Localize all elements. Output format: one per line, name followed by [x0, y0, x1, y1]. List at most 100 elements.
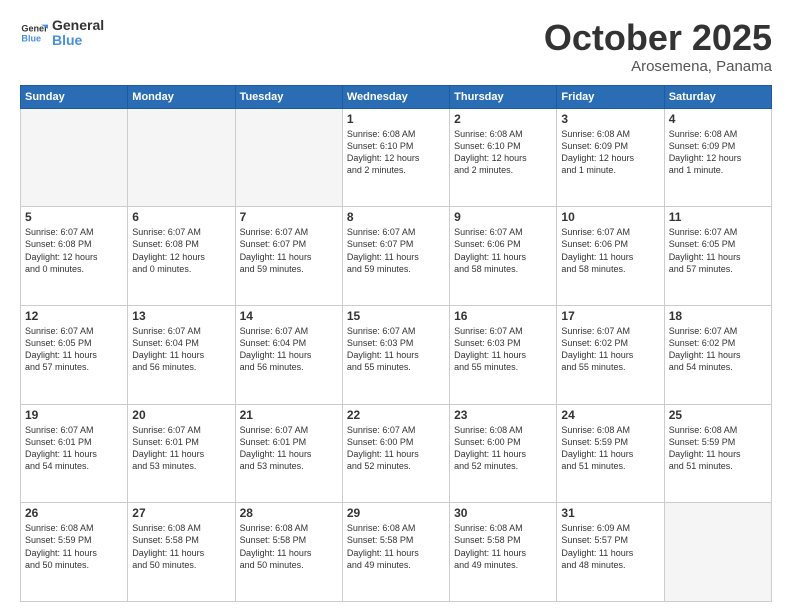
calendar-cell [128, 108, 235, 207]
calendar-cell: 28 Sunrise: 6:08 AMSunset: 5:58 PMDayligh… [235, 503, 342, 602]
calendar-cell: 19Sunrise: 6:07 AMSunset: 6:01 PMDayligh… [21, 404, 128, 503]
day-info: Sunrise: 6:07 AMSunset: 6:02 PMDaylight:… [669, 325, 767, 374]
calendar-cell: 3Sunrise: 6:08 AMSunset: 6:09 PMDaylight… [557, 108, 664, 207]
day-number: 8 [347, 210, 445, 224]
location: Arosemena, Panama [544, 58, 772, 75]
day-info: Sunrise: 6:07 AMSunset: 6:06 PMDaylight:… [454, 226, 552, 275]
month-title: October 2025 [544, 18, 772, 58]
calendar-cell: 22 Sunrise: 6:07 AMSunset: 6:00 PMDayligh… [342, 404, 449, 503]
day-info: Sunrise: 6:07 AMSunset: 6:00 PMDaylight:… [347, 424, 445, 473]
calendar-cell [21, 108, 128, 207]
day-number: 17 [561, 309, 659, 323]
day-number: 9 [454, 210, 552, 224]
day-number: 20 [132, 408, 230, 422]
day-info: Sunrise: 6:08 AMSunset: 5:58 PMDaylight:… [454, 522, 552, 571]
calendar-cell: 16 Sunrise: 6:07 AMSunset: 6:03 PMDayligh… [450, 305, 557, 404]
day-number: 13 [132, 309, 230, 323]
day-number: 15 [347, 309, 445, 323]
day-info: Sunrise: 6:07 AMSunset: 6:04 PMDaylight:… [240, 325, 338, 374]
calendar-cell: 1 Sunrise: 6:08 AMSunset: 6:10 PMDaylight… [342, 108, 449, 207]
calendar-cell: 18 Sunrise: 6:07 AMSunset: 6:02 PMDayligh… [664, 305, 771, 404]
logo-general: General [52, 18, 104, 33]
day-info: Sunrise: 6:07 AMSunset: 6:08 PMDaylight:… [25, 226, 123, 275]
day-number: 22 [347, 408, 445, 422]
calendar-header-sunday: Sunday [21, 85, 128, 108]
calendar-header-friday: Friday [557, 85, 664, 108]
day-number: 21 [240, 408, 338, 422]
day-info: Sunrise: 6:08 AMSunset: 6:10 PMDaylight:… [454, 128, 552, 177]
calendar-cell: 20 Sunrise: 6:07 AMSunset: 6:01 PMDayligh… [128, 404, 235, 503]
day-number: 31 [561, 506, 659, 520]
day-number: 26 [25, 506, 123, 520]
day-info: Sunrise: 6:09 AMSunset: 5:57 PMDaylight:… [561, 522, 659, 571]
calendar-cell: 9 Sunrise: 6:07 AMSunset: 6:06 PMDaylight… [450, 207, 557, 306]
day-info: Sunrise: 6:07 AMSunset: 6:05 PMDaylight:… [669, 226, 767, 275]
day-number: 14 [240, 309, 338, 323]
calendar-week-1: 1 Sunrise: 6:08 AMSunset: 6:10 PMDaylight… [21, 108, 772, 207]
day-number: 4 [669, 112, 767, 126]
logo: General Blue General Blue [20, 18, 104, 49]
day-number: 10 [561, 210, 659, 224]
calendar-header-saturday: Saturday [664, 85, 771, 108]
day-number: 12 [25, 309, 123, 323]
day-info: Sunrise: 6:07 AMSunset: 6:06 PMDaylight:… [561, 226, 659, 275]
day-number: 16 [454, 309, 552, 323]
day-info: Sunrise: 6:07 AMSunset: 6:05 PMDaylight:… [25, 325, 123, 374]
day-info: Sunrise: 6:07 AMSunset: 6:04 PMDaylight:… [132, 325, 230, 374]
day-info: Sunrise: 6:07 AMSunset: 6:02 PMDaylight:… [561, 325, 659, 374]
calendar-header-thursday: Thursday [450, 85, 557, 108]
day-info: Sunrise: 6:08 AMSunset: 6:09 PMDaylight:… [669, 128, 767, 177]
calendar-cell: 17 Sunrise: 6:07 AMSunset: 6:02 PMDayligh… [557, 305, 664, 404]
calendar-header-row: SundayMondayTuesdayWednesdayThursdayFrid… [21, 85, 772, 108]
calendar-cell: 4 Sunrise: 6:08 AMSunset: 6:09 PMDaylight… [664, 108, 771, 207]
day-number: 1 [347, 112, 445, 126]
day-number: 28 [240, 506, 338, 520]
calendar-cell: 12 Sunrise: 6:07 AMSunset: 6:05 PMDayligh… [21, 305, 128, 404]
calendar-table: SundayMondayTuesdayWednesdayThursdayFrid… [20, 85, 772, 602]
calendar-cell: 25 Sunrise: 6:08 AMSunset: 5:59 PMDayligh… [664, 404, 771, 503]
day-number: 3 [561, 112, 659, 126]
calendar-cell: 11Sunrise: 6:07 AMSunset: 6:05 PMDayligh… [664, 207, 771, 306]
day-number: 25 [669, 408, 767, 422]
day-number: 30 [454, 506, 552, 520]
day-info: Sunrise: 6:08 AMSunset: 5:58 PMDaylight:… [240, 522, 338, 571]
day-info: Sunrise: 6:08 AMSunset: 5:58 PMDaylight:… [132, 522, 230, 571]
calendar-cell: 7 Sunrise: 6:07 AMSunset: 6:07 PMDaylight… [235, 207, 342, 306]
page: General Blue General Blue October 2025 A… [0, 0, 792, 612]
day-number: 18 [669, 309, 767, 323]
calendar-cell: 14 Sunrise: 6:07 AMSunset: 6:04 PMDayligh… [235, 305, 342, 404]
calendar-cell: 21 Sunrise: 6:07 AMSunset: 6:01 PMDayligh… [235, 404, 342, 503]
day-info: Sunrise: 6:07 AMSunset: 6:01 PMDaylight:… [25, 424, 123, 473]
calendar-header-tuesday: Tuesday [235, 85, 342, 108]
calendar-week-3: 12 Sunrise: 6:07 AMSunset: 6:05 PMDayligh… [21, 305, 772, 404]
calendar-cell: 23Sunrise: 6:08 AMSunset: 6:00 PMDayligh… [450, 404, 557, 503]
calendar-cell: 30 Sunrise: 6:08 AMSunset: 5:58 PMDayligh… [450, 503, 557, 602]
calendar-cell [235, 108, 342, 207]
day-number: 27 [132, 506, 230, 520]
logo-blue: Blue [52, 33, 104, 48]
svg-text:Blue: Blue [21, 34, 41, 44]
day-info: Sunrise: 6:07 AMSunset: 6:03 PMDaylight:… [454, 325, 552, 374]
day-number: 6 [132, 210, 230, 224]
day-info: Sunrise: 6:08 AMSunset: 6:10 PMDaylight:… [347, 128, 445, 177]
calendar-cell: 5 Sunrise: 6:07 AMSunset: 6:08 PMDaylight… [21, 207, 128, 306]
day-info: Sunrise: 6:08 AMSunset: 5:59 PMDaylight:… [561, 424, 659, 473]
calendar-week-5: 26Sunrise: 6:08 AMSunset: 5:59 PMDayligh… [21, 503, 772, 602]
header: General Blue General Blue October 2025 A… [20, 18, 772, 75]
day-number: 7 [240, 210, 338, 224]
calendar-cell: 2Sunrise: 6:08 AMSunset: 6:10 PMDaylight… [450, 108, 557, 207]
calendar-header-monday: Monday [128, 85, 235, 108]
day-number: 5 [25, 210, 123, 224]
day-info: Sunrise: 6:07 AMSunset: 6:07 PMDaylight:… [347, 226, 445, 275]
calendar-week-4: 19Sunrise: 6:07 AMSunset: 6:01 PMDayligh… [21, 404, 772, 503]
day-info: Sunrise: 6:07 AMSunset: 6:01 PMDaylight:… [132, 424, 230, 473]
calendar-cell: 27 Sunrise: 6:08 AMSunset: 5:58 PMDayligh… [128, 503, 235, 602]
logo-icon: General Blue [20, 19, 48, 47]
day-info: Sunrise: 6:07 AMSunset: 6:01 PMDaylight:… [240, 424, 338, 473]
calendar-cell: 31 Sunrise: 6:09 AMSunset: 5:57 PMDayligh… [557, 503, 664, 602]
day-info: Sunrise: 6:08 AMSunset: 5:59 PMDaylight:… [669, 424, 767, 473]
day-info: Sunrise: 6:07 AMSunset: 6:07 PMDaylight:… [240, 226, 338, 275]
calendar-cell: 8 Sunrise: 6:07 AMSunset: 6:07 PMDaylight… [342, 207, 449, 306]
calendar-cell: 15Sunrise: 6:07 AMSunset: 6:03 PMDayligh… [342, 305, 449, 404]
day-number: 29 [347, 506, 445, 520]
